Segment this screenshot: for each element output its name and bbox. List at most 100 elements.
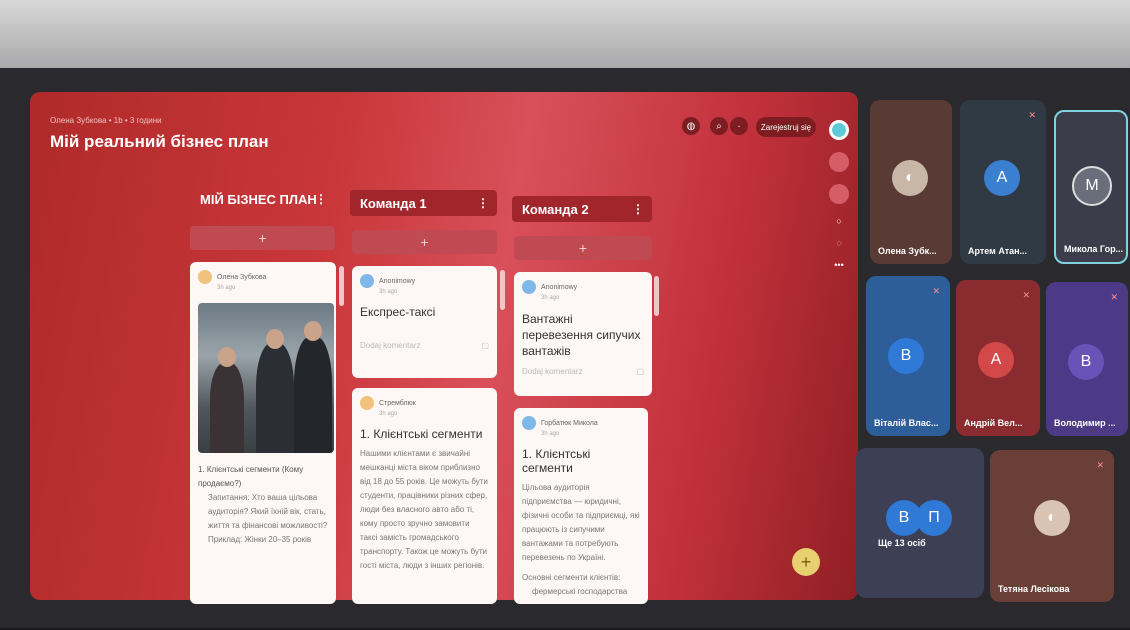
person-figure <box>256 343 294 453</box>
post-title: Вантажні перевезення сипучих вантажів <box>522 312 641 358</box>
person-head <box>218 347 236 367</box>
more-icon[interactable]: · <box>730 117 748 135</box>
more-participants-tile[interactable]: B П Ще 13 осіб <box>856 448 984 598</box>
post-time: 3h ago <box>541 295 560 301</box>
comment-icon: ▢ <box>481 341 489 350</box>
participant-name: Микола Гор... <box>1064 244 1124 254</box>
column-menu-icon[interactable]: ⋮ <box>477 196 489 210</box>
person-figure <box>294 337 332 453</box>
participant-avatar: A <box>978 342 1014 378</box>
post-meta: Dodaj komentarz ▢ <box>522 367 644 376</box>
participant-tile[interactable]: ✕ B Володимир ... <box>1046 282 1128 436</box>
rail-icon-4[interactable]: ◌ <box>826 238 852 248</box>
post-title: 1. Клієнтські сегменти <box>522 447 591 475</box>
post-time: 3h ago <box>379 289 398 295</box>
participant-tile[interactable]: ✕ A Андрій Вел... <box>956 280 1040 436</box>
participant-tile[interactable]: ◐ Олена Зубк... <box>870 100 952 264</box>
browser-top-area <box>0 0 1130 68</box>
add-post-button-3[interactable]: + <box>514 236 652 260</box>
post-title: 1. Клієнтські сегменти <box>360 427 483 441</box>
participant-photo: ◐ <box>892 160 928 196</box>
post-author: Anonimowy <box>360 274 489 288</box>
column-header-1[interactable]: МІЙ БІЗНЕС ПЛАН ⋮ <box>190 186 335 212</box>
post-meta: Dodaj komentarz ▢ <box>360 341 489 350</box>
post-image <box>198 303 334 453</box>
column-menu-icon[interactable]: ⋮ <box>315 192 327 206</box>
post-bullet: Приклад: Жінки 20–35 років <box>208 535 312 544</box>
post-card[interactable]: Стремблюк 3h ago 1. Клієнтські сегменти … <box>352 388 497 604</box>
search-icon[interactable]: ⌕ <box>710 117 728 135</box>
post-bullet: фермерські господарства <box>532 587 628 596</box>
post-bullet: Запитання: Хто ваша цільова аудиторія? Я… <box>208 493 328 530</box>
participant-name: Андрій Вел... <box>964 418 1023 428</box>
mic-muted-icon: ✕ <box>1028 110 1036 120</box>
avatar <box>198 270 212 284</box>
scrollbar[interactable] <box>339 266 344 306</box>
participant-name: Тетяна Лесікова <box>998 584 1070 594</box>
participant-avatar: B <box>888 338 924 374</box>
rail-button-1[interactable] <box>829 152 849 172</box>
mic-muted-icon: ✕ <box>932 286 940 296</box>
board-side-rail: ○ ◌ ••• <box>826 120 852 282</box>
participant-tile[interactable]: ✕ B Віталій Влас... <box>866 276 950 436</box>
rail-icon-3[interactable]: ○ <box>826 216 852 226</box>
column-title-1: МІЙ БІЗНЕС ПЛАН <box>200 191 317 207</box>
avatar <box>522 280 536 294</box>
participant-avatar: M <box>1072 166 1112 206</box>
add-post-button-2[interactable]: + <box>352 230 497 254</box>
column-header-2[interactable]: Команда 1 ⋮ <box>350 190 497 216</box>
column-header-3[interactable]: Команда 2 ⋮ <box>512 196 652 222</box>
post-title: Експрес-таксі <box>360 305 436 319</box>
mic-muted-icon: ✕ <box>1096 460 1104 470</box>
participant-avatar: П <box>916 500 952 536</box>
post-heading: 1. Клієнтські сегменти (Кому продаємо?) <box>198 465 304 488</box>
post-body: Основні сегменти клієнтів: <box>522 573 621 582</box>
avatar <box>360 396 374 410</box>
user-avatar-icon[interactable] <box>829 120 849 140</box>
register-button[interactable]: Zarejestruj się <box>756 117 816 137</box>
globe-icon[interactable]: ◍ <box>682 117 700 135</box>
post-author: Горбатюк Микола <box>522 416 640 430</box>
column-menu-icon[interactable]: ⋮ <box>632 202 644 216</box>
rail-button-2[interactable] <box>829 184 849 204</box>
post-author: Олена Зубкова <box>198 270 328 284</box>
post-card[interactable]: Горбатюк Микола 3h ago 1. Клієнтські сег… <box>514 408 648 604</box>
participant-name: Володимир ... <box>1054 418 1116 428</box>
comment-icon: ▢ <box>636 367 644 376</box>
participant-avatar: B <box>1068 344 1104 380</box>
post-time: 3h ago <box>541 431 560 437</box>
participant-photo: ◐ <box>1034 500 1070 536</box>
person-head <box>266 329 284 349</box>
participant-avatar: A <box>984 160 1020 196</box>
participant-name: Олена Зубк... <box>878 246 937 256</box>
mic-muted-icon: ✕ <box>1110 292 1118 302</box>
participant-name: Віталій Влас... <box>874 418 939 428</box>
participant-tile[interactable]: ✕ ◐ Тетяна Лесікова <box>990 450 1114 602</box>
participant-tile[interactable]: ✕ A Артем Атан... <box>960 100 1046 264</box>
post-author: Anonimowy <box>522 280 644 294</box>
post-card[interactable]: Олена Зубкова 3h ago 1. Клієнтські сегме… <box>190 262 336 604</box>
post-body: Нашими клієнтами є звичайні мешканці міс… <box>360 449 488 570</box>
board-title: Мій реальний бізнес план <box>50 132 269 151</box>
avatar <box>360 274 374 288</box>
rail-more-icon[interactable]: ••• <box>826 260 852 270</box>
participant-tile-active[interactable]: M Микола Гор... <box>1054 110 1128 264</box>
scrollbar[interactable] <box>654 276 659 316</box>
person-head <box>304 321 322 341</box>
add-post-button-1[interactable]: + <box>190 226 335 250</box>
mic-muted-icon: ✕ <box>1022 290 1030 300</box>
person-figure <box>210 363 244 453</box>
post-card[interactable]: Anonimowy 3h ago Вантажні перевезення си… <box>514 272 652 396</box>
more-participants-label: Ще 13 осіб <box>878 538 926 548</box>
add-post-fab[interactable]: + <box>792 548 820 576</box>
post-author: Стремблюк <box>360 396 489 410</box>
avatar <box>522 416 536 430</box>
post-time: 3h ago <box>217 285 236 291</box>
board-breadcrumb: Олена Зубкова • 1b • 3 години <box>50 116 162 125</box>
column-title-2: Команда 1 <box>360 195 427 211</box>
participant-name: Артем Атан... <box>968 246 1028 256</box>
scrollbar[interactable] <box>500 270 505 310</box>
post-body: Цільова аудиторія підприємства — юридичн… <box>522 483 640 562</box>
post-card[interactable]: Anonimowy 3h ago Експрес-таксі Dodaj kom… <box>352 266 497 378</box>
column-title-3: Команда 2 <box>522 201 589 217</box>
